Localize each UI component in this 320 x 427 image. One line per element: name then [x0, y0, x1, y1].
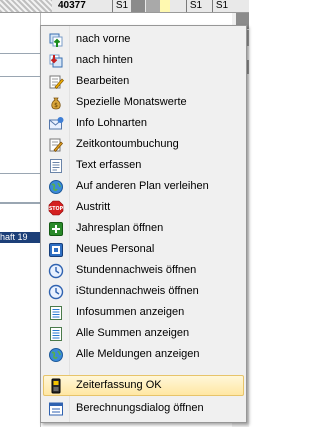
menu-item-label: Info Lohnarten: [76, 117, 147, 129]
row-number: 40377: [58, 0, 86, 11]
menu-item-infosummen-anzeigen[interactable]: Infosummen anzeigen: [43, 302, 244, 323]
menu-item-label: Infosummen anzeigen: [76, 306, 185, 318]
bring-forward-icon: [49, 33, 63, 47]
svg-text:STOP: STOP: [49, 206, 64, 212]
menu-item-label: nach hinten: [76, 54, 133, 66]
menu-item-info-lohnarten[interactable]: Info Lohnarten: [43, 113, 244, 134]
time-clock-icon: [51, 378, 61, 394]
hatched-cell: [0, 0, 52, 12]
globe-icon: [49, 180, 63, 194]
menu-item-istundennachweis-oeffnen[interactable]: iStundennachweis öffnen: [43, 281, 244, 302]
menu-item-label: Jahresplan öffnen: [76, 222, 164, 234]
menu-item-bearbeiten[interactable]: Bearbeiten: [43, 71, 244, 92]
menu-item-label: Zeiterfassung OK: [76, 379, 162, 391]
menu-item-berechnungsdialog-oeffnen[interactable]: Berechnungsdialog öffnen: [43, 398, 244, 419]
svg-text:$: $: [54, 102, 58, 109]
list-document-icon: [50, 327, 62, 341]
send-backward-icon: [49, 54, 63, 68]
shift-cell[interactable]: S1: [112, 0, 131, 12]
menu-item-nach-vorne[interactable]: nach vorne: [43, 29, 244, 50]
menu-item-alle-meldungen-anzeigen[interactable]: Alle Meldungen anzeigen: [43, 344, 244, 365]
menu-item-label: nach vorne: [76, 33, 131, 45]
menu-item-zeiterfassung-ok[interactable]: Zeiterfassung OK: [43, 375, 244, 396]
menu-item-austritt[interactable]: STOP Austritt: [43, 197, 244, 218]
menu-item-label: Zeitkontoumbuchung: [76, 138, 179, 150]
panel-field[interactable]: [0, 173, 40, 203]
menu-item-alle-summen-anzeigen[interactable]: Alle Summen anzeigen: [43, 323, 244, 344]
panel-field[interactable]: [0, 203, 40, 233]
edit-pencil-icon: [49, 138, 63, 153]
gray-cell: [146, 0, 160, 12]
text-document-icon: [50, 159, 62, 173]
edit-icon: [49, 75, 64, 90]
menu-item-label: Neues Personal: [76, 243, 155, 255]
menu-item-label: Austritt: [76, 201, 111, 213]
menu-item-spezielle-monatswerte[interactable]: $ Spezielle Monatswerte: [43, 92, 244, 113]
new-person-icon: [49, 243, 63, 257]
yellow-cell: [160, 0, 170, 12]
shift-cell[interactable]: S1: [212, 0, 231, 12]
selected-row-fragment: haft 19: [0, 232, 40, 243]
menu-item-label: Auf anderen Plan verleihen: [76, 180, 209, 192]
menu-item-stundennachweis-oeffnen[interactable]: Stundennachweis öffnen: [43, 260, 244, 281]
left-panel: [0, 13, 41, 427]
gray-cell: [131, 0, 145, 12]
menu-item-text-erfassen[interactable]: Text erfassen: [43, 155, 244, 176]
stop-icon: STOP: [48, 200, 64, 216]
menu-item-label: Alle Meldungen anzeigen: [76, 348, 200, 360]
info-mail-icon: [49, 117, 64, 130]
menu-item-label: Bearbeiten: [76, 75, 130, 87]
menu-item-label: iStundennachweis öffnen: [76, 285, 199, 297]
context-menu: nach vorne nach hinten Bearbeiten $ Spez…: [40, 25, 247, 423]
menu-item-label: Text erfassen: [76, 159, 142, 171]
calc-dialog-icon: [49, 402, 63, 416]
clock-icon: [48, 284, 64, 300]
clock-icon: [48, 263, 64, 279]
money-bag-icon: $: [51, 97, 61, 110]
list-document-icon: [50, 306, 62, 320]
globe-icon: [49, 348, 63, 362]
menu-item-label: Berechnungsdialog öffnen: [76, 402, 204, 414]
menu-item-neues-personal[interactable]: Neues Personal: [43, 239, 244, 260]
menu-item-auf-anderen-plan-verleihen[interactable]: Auf anderen Plan verleihen: [43, 176, 244, 197]
menu-item-label: Alle Summen anzeigen: [76, 327, 190, 339]
menu-item-label: Stundennachweis öffnen: [76, 264, 197, 276]
menu-item-zeitkontoumbuchung[interactable]: Zeitkontoumbuchung: [43, 134, 244, 155]
menu-item-jahresplan-oeffnen[interactable]: Jahresplan öffnen: [43, 218, 244, 239]
menu-item-nach-hinten[interactable]: nach hinten: [43, 50, 244, 71]
menu-item-label: Spezielle Monatswerte: [76, 96, 187, 108]
year-plan-icon: [49, 222, 63, 236]
shift-cell[interactable]: S1: [186, 0, 205, 12]
panel-field[interactable]: [0, 53, 40, 77]
